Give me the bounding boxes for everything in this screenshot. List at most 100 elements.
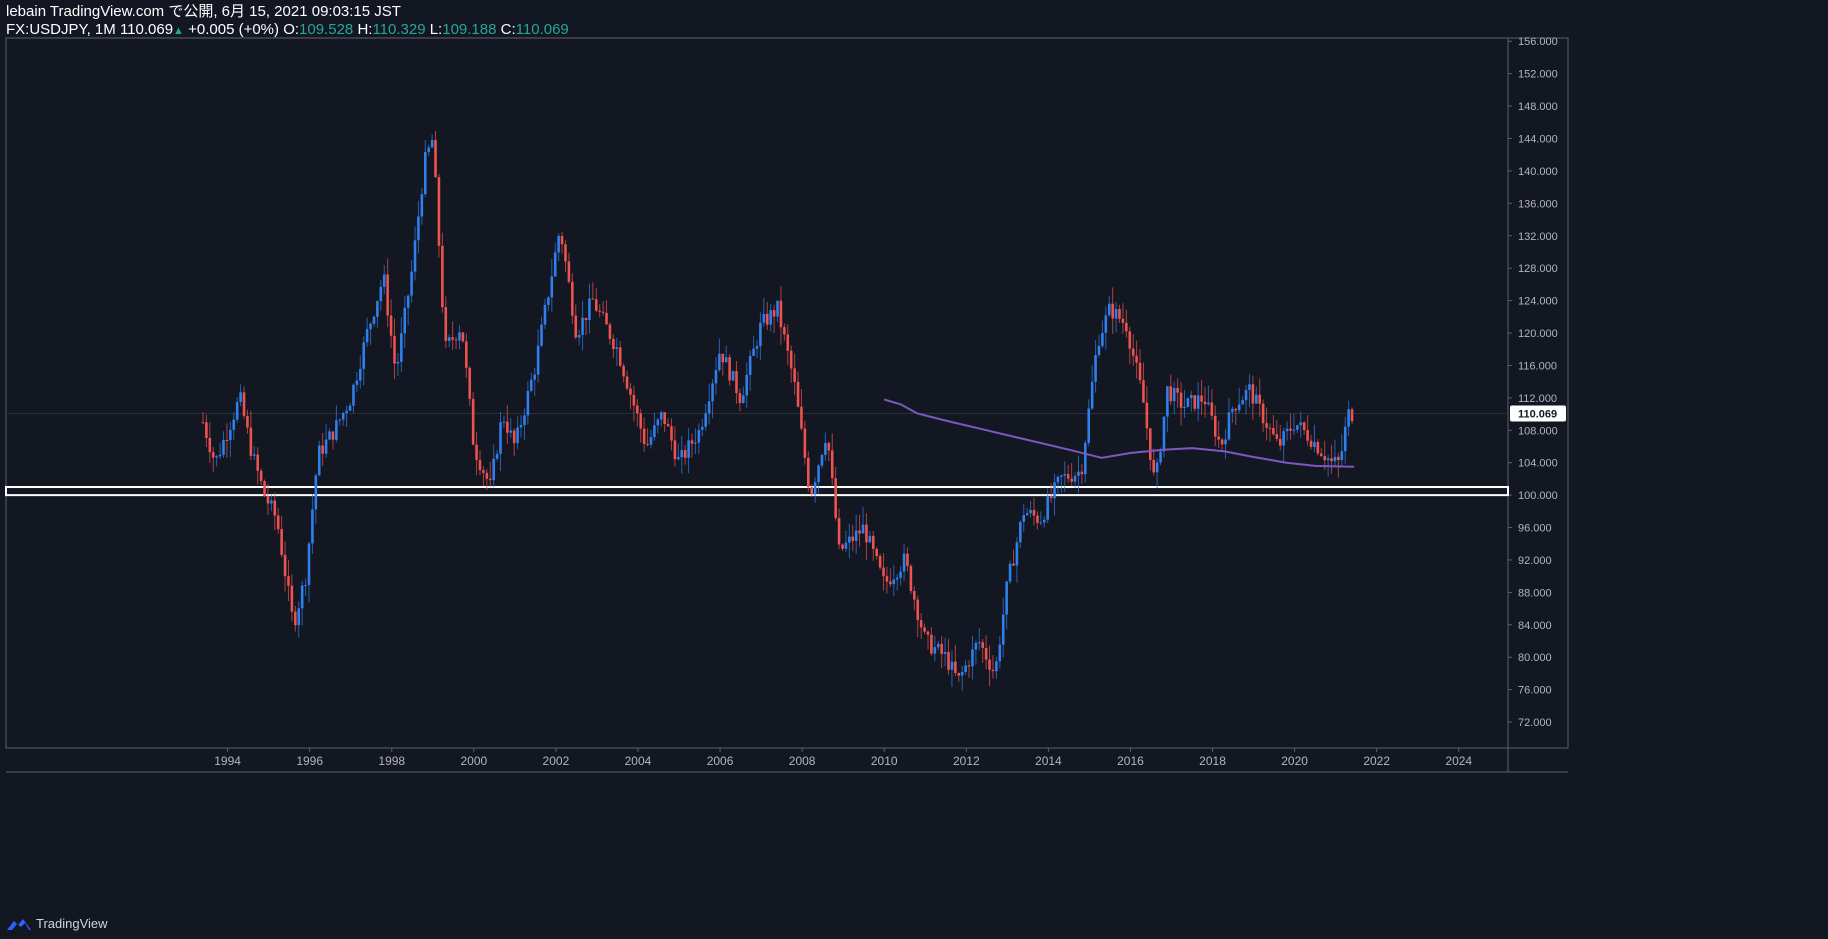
candle-body — [1005, 581, 1008, 615]
y-tick-label: 92.000 — [1518, 555, 1552, 567]
candle-body — [1015, 542, 1019, 566]
candle-body — [396, 361, 400, 364]
candle-body — [653, 425, 656, 438]
candle-body — [1094, 355, 1097, 382]
candle-body — [1268, 427, 1272, 429]
candle-body — [594, 299, 598, 311]
x-tick-label: 2024 — [1445, 754, 1472, 768]
candle-body — [1162, 416, 1166, 452]
candle-body — [1012, 563, 1015, 566]
candle-body — [410, 271, 413, 296]
y-tick-label: 88.000 — [1518, 587, 1552, 599]
candle-body — [331, 431, 335, 440]
candle-body — [225, 440, 229, 442]
candle-body — [482, 470, 485, 473]
candle-body — [266, 496, 270, 504]
candle-body — [270, 500, 273, 504]
candle-body — [242, 392, 246, 416]
candle-body — [779, 300, 783, 328]
candle-body — [372, 316, 376, 324]
candle-body — [246, 415, 249, 428]
candle-body — [700, 426, 704, 430]
candle-body — [933, 647, 937, 654]
candle-body — [1056, 476, 1060, 483]
candle-body — [745, 374, 749, 396]
candle-body — [837, 518, 841, 545]
candle-body — [1025, 513, 1029, 516]
candle-body — [1155, 462, 1159, 473]
candle-body — [868, 535, 872, 543]
candle-body — [1306, 430, 1309, 441]
candle-body — [365, 329, 369, 343]
candle-body — [769, 310, 772, 325]
candle-body — [851, 536, 855, 541]
candle-body — [663, 412, 666, 425]
candle-body — [516, 427, 519, 444]
candle-body — [1111, 303, 1114, 319]
candle-body — [362, 342, 365, 369]
price-chart[interactable]: 156.000 152.000 148.000 144.000 140.000 136.0… — [0, 0, 1828, 939]
candle-body — [659, 412, 663, 420]
candle-body — [1285, 428, 1289, 432]
candle-body — [960, 672, 964, 676]
candle-body — [1193, 395, 1197, 409]
candle-body — [1258, 394, 1262, 404]
candle-body — [235, 402, 239, 420]
candle-body — [735, 371, 738, 394]
x-tick-label: 2012 — [953, 754, 980, 768]
candle-body — [1241, 400, 1244, 405]
x-tick-label: 2014 — [1035, 754, 1062, 768]
candle-body — [1227, 412, 1231, 440]
candle-body — [1231, 408, 1234, 413]
candle-body — [646, 443, 649, 445]
x-tick-label: 2010 — [871, 754, 898, 768]
candle-body — [294, 611, 297, 626]
candle-body — [622, 365, 625, 377]
candle-body — [1183, 406, 1186, 408]
candle-body — [530, 379, 533, 391]
candle-body — [571, 281, 574, 316]
candle-body — [1036, 515, 1039, 523]
y-tick-label: 108.000 — [1518, 425, 1558, 437]
candle-body — [324, 439, 328, 454]
candle-body — [218, 454, 222, 457]
candle-body — [697, 429, 701, 443]
candle-body — [1080, 471, 1084, 475]
tradingview-footer[interactable]: TradingView — [6, 916, 108, 931]
candle-body — [1237, 404, 1241, 411]
candle-body — [259, 470, 263, 482]
candle-body — [488, 478, 492, 481]
candle-body — [553, 252, 557, 277]
candle-body — [711, 383, 714, 402]
candle-body — [1343, 426, 1347, 452]
candle-body — [1053, 482, 1056, 499]
support-zone[interactable] — [5, 486, 1509, 497]
x-tick-label: 2018 — [1199, 754, 1226, 768]
candle-body — [810, 487, 814, 495]
candle-body — [830, 450, 834, 479]
candle-body — [765, 313, 769, 325]
candle-body — [1299, 422, 1303, 426]
candle-body — [601, 311, 605, 313]
candle-body — [1275, 434, 1279, 439]
candle-body — [991, 669, 995, 672]
y-tick-label: 84.000 — [1518, 620, 1552, 632]
candle-body — [882, 567, 885, 577]
candle-body — [1087, 408, 1091, 443]
candle-body — [885, 576, 889, 582]
candle-body — [950, 661, 954, 670]
candle-body — [427, 147, 430, 153]
candle-body — [895, 577, 899, 580]
candle-body — [1282, 431, 1285, 446]
candle-body — [444, 307, 448, 341]
candle-body — [355, 380, 359, 385]
candle-body — [789, 350, 793, 369]
candle-body — [612, 338, 615, 350]
candle-body — [1333, 456, 1337, 462]
candle-body — [762, 313, 766, 323]
candle-body — [1244, 389, 1248, 401]
candle-body — [759, 322, 762, 347]
candle-body — [461, 332, 465, 342]
candle-body — [913, 590, 916, 600]
candle-body — [543, 304, 547, 325]
